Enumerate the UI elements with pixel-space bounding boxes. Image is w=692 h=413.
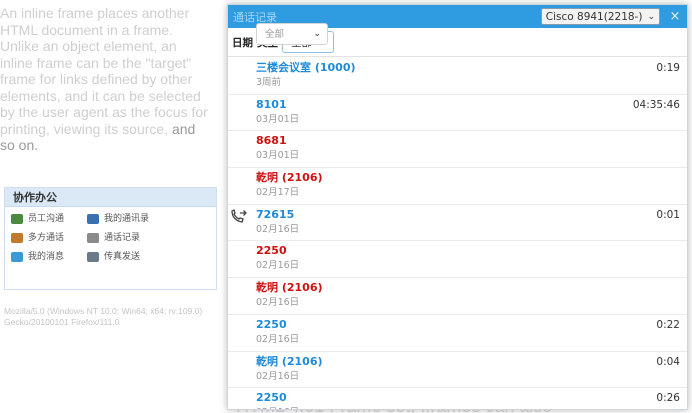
caller-name[interactable]: 2250 [256, 318, 287, 332]
user-agent-text: Mozilla/5.0 (Windows NT 10.0; Win64; x64… [4, 306, 203, 327]
call-date: 02月17日 [256, 187, 300, 199]
call-date: 02月16日 [256, 333, 300, 345]
call-record-row[interactable]: 2250 02月16日 0:22 [228, 315, 687, 352]
people-icon [11, 214, 23, 224]
caller-name[interactable]: 2250 [256, 244, 287, 258]
caller-name[interactable]: 乾明 (2106) [256, 171, 323, 185]
call-date: 02月16日 [256, 223, 300, 235]
call-record-row[interactable]: 三楼会议室 (1000) 3周前 0:19 [228, 58, 687, 95]
widget-title: 协作办公 [5, 188, 216, 207]
call-record-row[interactable]: 乾明 (2106) 02月16日 [228, 278, 687, 315]
call-date: 02月16日 [256, 370, 300, 382]
call-date: 02月16日 [256, 297, 300, 309]
call-date: 02月16日 [256, 406, 299, 409]
call-record-list: 三楼会议室 (1000) 3周前 0:19 8101 03月01日 04:35:46 868… [228, 58, 687, 409]
widget-link[interactable]: 传真发送 [87, 251, 187, 263]
call-duration: 0:19 [656, 62, 680, 74]
widget-link-label: 多方通话 [28, 233, 65, 243]
caller-name[interactable]: 8681 [256, 134, 287, 148]
filter-bar: 日期 全部 ⌄ 类型 全部 ⌄ [228, 23, 687, 57]
widget-link[interactable]: 员工沟通 [11, 213, 87, 225]
caller-name[interactable]: 72615 [256, 208, 294, 222]
call-date: 02月16日 [256, 260, 300, 272]
call-duration: 0:01 [656, 208, 680, 221]
caller-name[interactable]: 乾明 (2106) [256, 281, 323, 295]
widget-link[interactable]: 我的消息 [11, 251, 87, 263]
call-record-row[interactable]: 2250 02月16日 [228, 241, 687, 279]
date-filter-select[interactable]: 全部 ⌄ [256, 23, 328, 45]
call-record-row[interactable]: 8101 03月01日 04:35:46 [228, 95, 687, 132]
message-icon [11, 252, 23, 262]
date-filter-value: 全部 [265, 28, 285, 40]
chevron-down-icon: ⌄ [313, 28, 321, 39]
device-select[interactable]: Cisco 8941(2218-) ⌄ [540, 8, 660, 25]
caller-name[interactable]: 乾明 (2106) [256, 355, 323, 369]
widget-link-label: 员工沟通 [28, 214, 65, 224]
outgoing-call-icon [231, 208, 247, 223]
group-call-icon [11, 233, 23, 243]
caller-name[interactable]: 2250 [256, 391, 287, 405]
call-duration: 0:26 [656, 392, 680, 405]
caller-name[interactable]: 8101 [256, 98, 287, 112]
call-date: 03月01日 [256, 113, 300, 125]
widget-link[interactable]: 多方通话 [11, 232, 87, 244]
call-record-row[interactable]: 8681 03月01日 [228, 131, 687, 169]
widget-links: 员工沟通 我的通讯录多方通话 通话记录我的消息 传真发送 [5, 207, 216, 263]
call-duration: 0:22 [656, 318, 680, 331]
caller-name[interactable]: 三楼会议室 (1000) [256, 61, 356, 75]
widget-link-label: 传真发送 [104, 252, 141, 262]
call-date: 3周前 [256, 77, 282, 88]
call-log-icon [87, 233, 99, 243]
call-log-dialog: 通话记录 Cisco 8941(2218-) ⌄ × 日期 全部 ⌄ 类型 全部… [227, 4, 688, 410]
device-select-value: Cisco 8941(2218-) [545, 10, 643, 23]
date-filter-label: 日期 [232, 36, 253, 49]
call-date: 03月01日 [256, 150, 300, 162]
close-button[interactable]: × [668, 9, 682, 24]
call-record-row[interactable]: 225002月16日 0:26 [228, 388, 687, 409]
fax-icon [87, 252, 99, 262]
widget-link-label: 我的通讯录 [104, 214, 150, 224]
widget-link-label: 通话记录 [104, 233, 141, 243]
iframe-description-text: An inline frame places another HTML docu… [0, 5, 212, 154]
call-record-row[interactable]: 乾明 (2106) 02月16日 0:04 [228, 352, 687, 389]
widget-link[interactable]: 通话记录 [87, 232, 187, 244]
call-record-row[interactable]: 72615 02月16日 0:01 [228, 205, 687, 242]
addressbook-icon [87, 214, 99, 224]
widget-link-label: 我的消息 [28, 252, 65, 262]
chevron-down-icon: ⌄ [647, 11, 655, 22]
collaboration-widget: 协作办公 员工沟通 我的通讯录多方通话 通话记录我的消息 传真发送 [4, 187, 217, 290]
call-record-row[interactable]: 乾明 (2106) 02月17日 [228, 168, 687, 205]
iframe-description: An inline frame places another HTML docu… [0, 5, 208, 137]
call-duration: 0:04 [656, 355, 680, 368]
call-duration: 04:35:46 [632, 98, 680, 111]
widget-link[interactable]: 我的通讯录 [87, 213, 187, 225]
